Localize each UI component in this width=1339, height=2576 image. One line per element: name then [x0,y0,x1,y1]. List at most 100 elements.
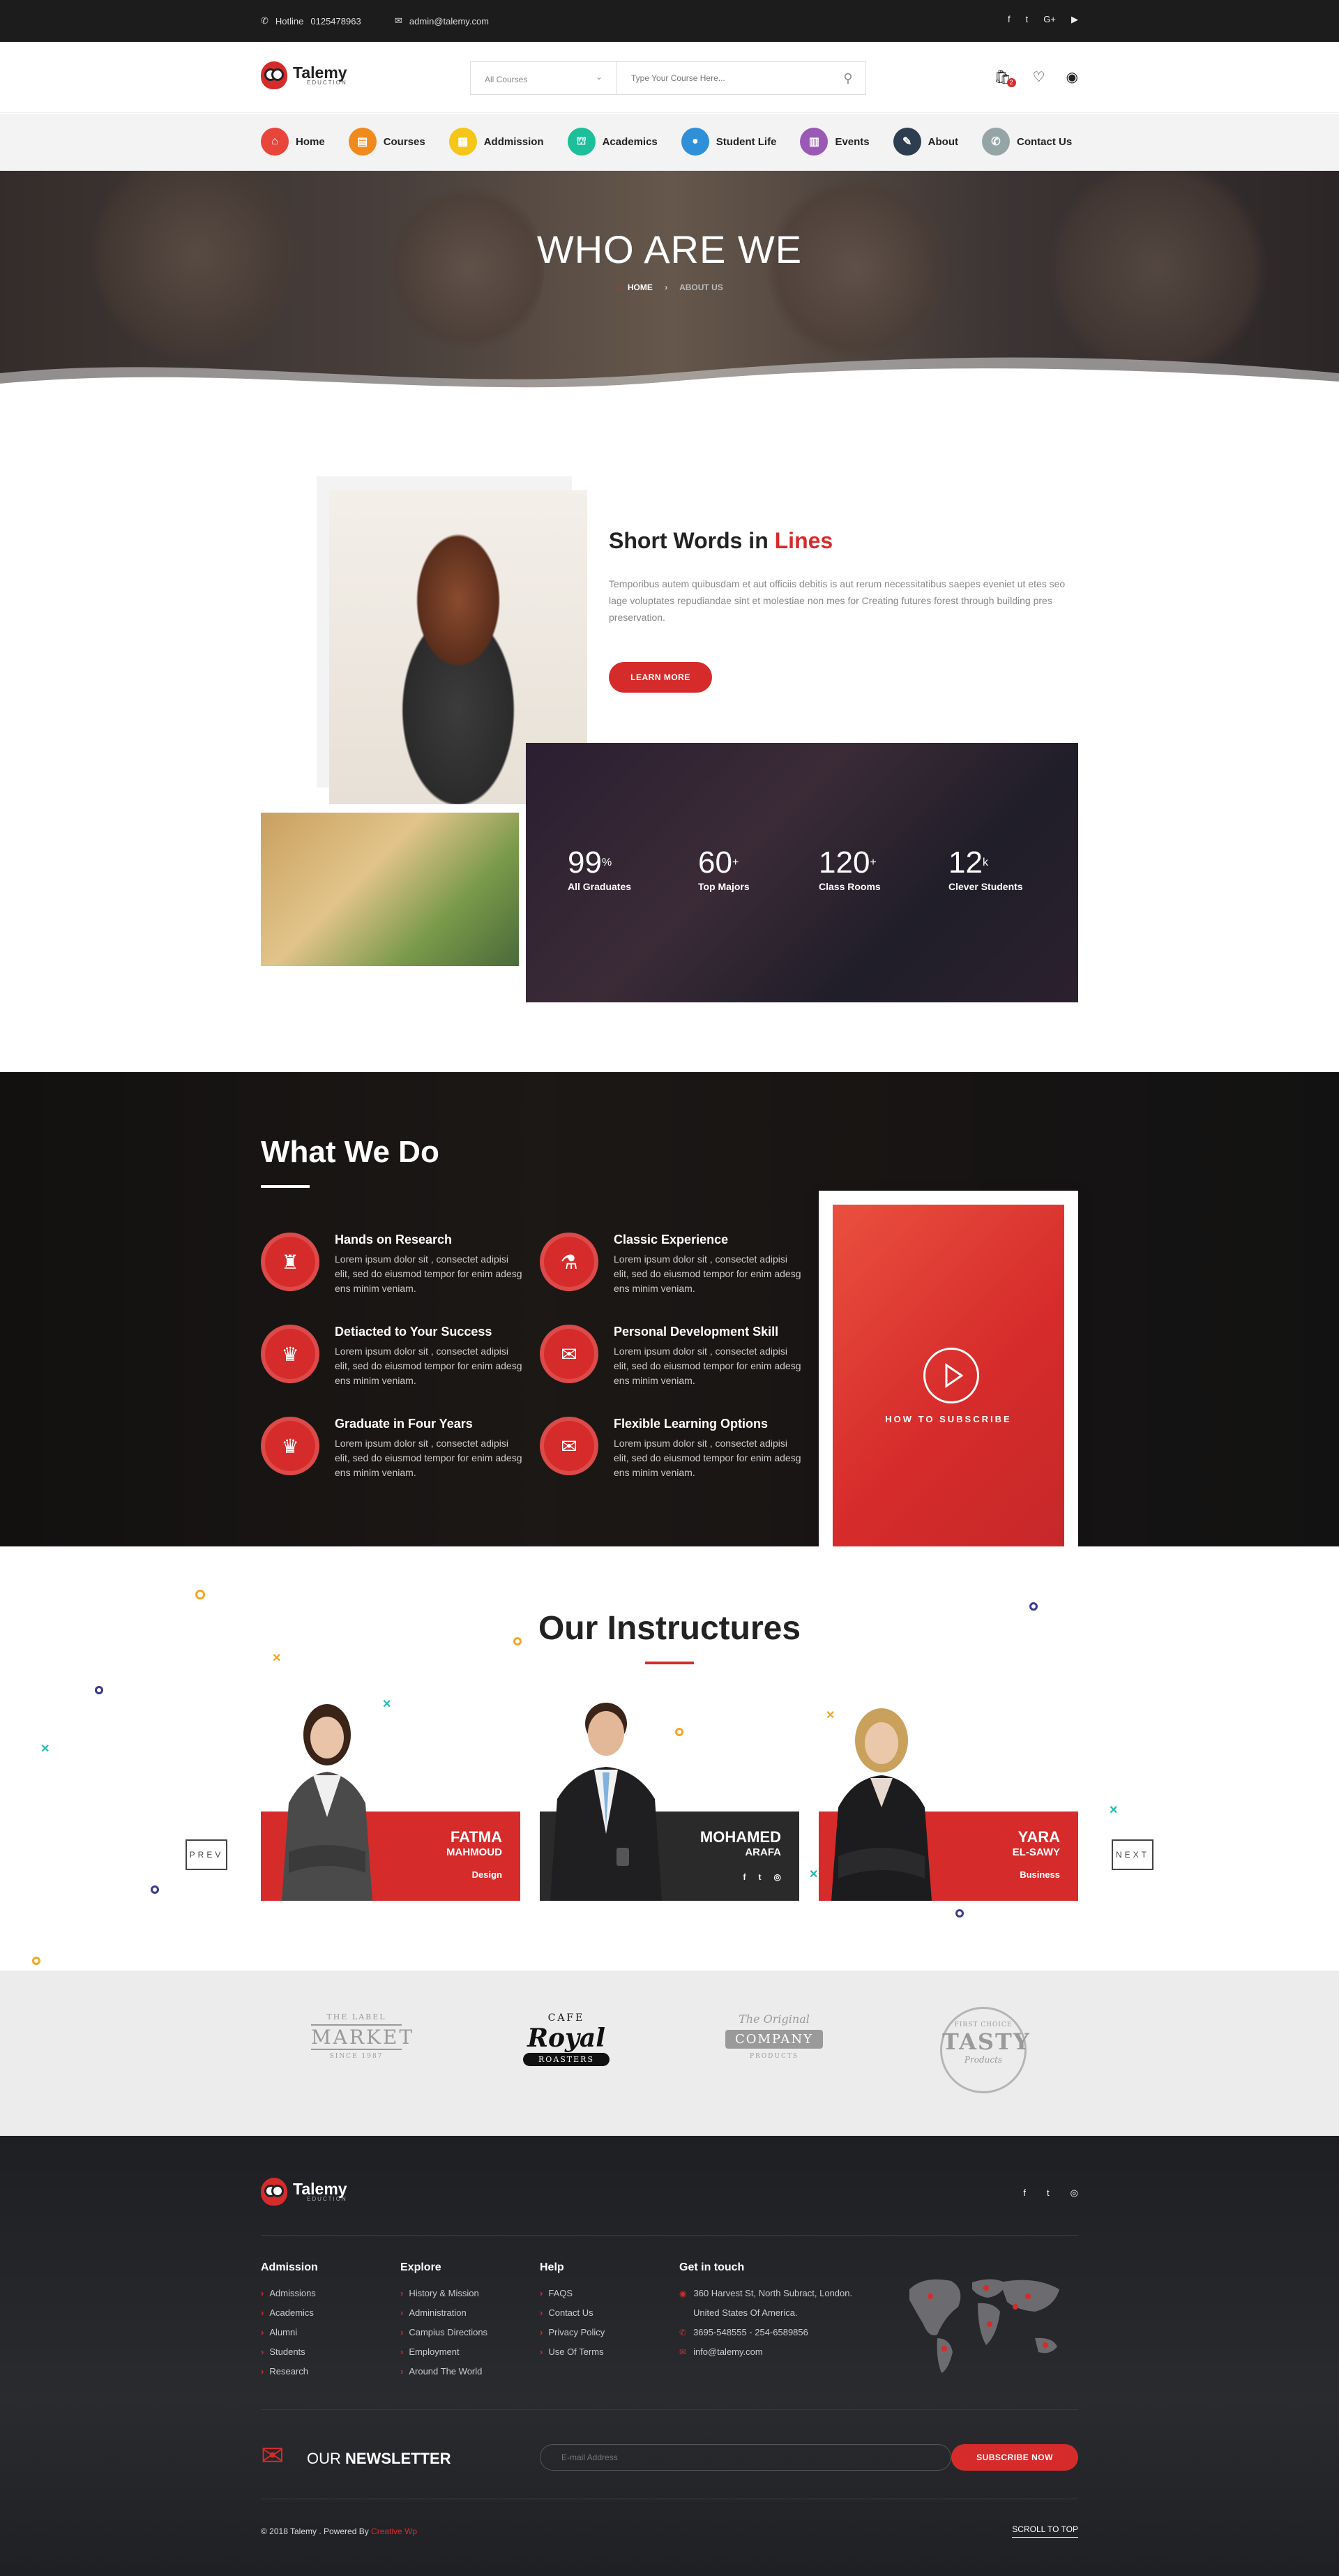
partner-logo-market[interactable]: THE LABEL MARKET SINCE 1987 [311,2012,412,2060]
partner-logo-tasty[interactable]: FIRST CHOICE TASTY Products [940,2007,1029,2093]
learn-more-button[interactable]: LEARN MORE [609,662,712,693]
email-text[interactable]: info@talemy.com [693,2347,763,2357]
facebook-icon[interactable]: f [743,1872,746,1882]
owl-logo-icon [261,2178,287,2206]
footer-link[interactable]: Contact Us [540,2307,605,2318]
instructor-card[interactable]: FATMA MAHMOUD Design [261,1704,520,1901]
video-thumbnail[interactable]: HOW TO SUBSCRIBE [833,1205,1064,1574]
scroll-to-top-button[interactable]: SCROLL TO TOP [1012,2522,1078,2538]
partner-logo-royal[interactable]: CAFE Royal ROASTERS [523,2012,610,2066]
logo[interactable]: Talemy EDUCTION [261,61,347,89]
twitter-icon[interactable]: t [1026,14,1029,25]
brand-name: Talemy [293,63,347,82]
footer-link[interactable]: Alumni [261,2327,318,2337]
user-icon[interactable]: ◉ [1066,68,1078,86]
nav-label: About [928,135,958,148]
powered-by-link[interactable]: Creative Wp [371,2526,417,2536]
nav-item-home[interactable]: ⌂ Home [261,128,325,156]
instagram-icon[interactable]: ◎ [1071,2187,1078,2199]
top-email[interactable]: ✉ admin@talemy.com [395,15,489,27]
nav-item-about[interactable]: ✎ About [893,128,958,156]
nav-item-addmission[interactable]: ▦ Addmission [448,128,544,156]
instructor-card[interactable]: MOHAMED ARAFA f t ◎ [540,1703,799,1901]
decor-circle [32,1957,40,1965]
video-card[interactable]: HOW TO SUBSCRIBE [819,1191,1078,1588]
stat-value: 120 [819,845,870,880]
hotline-number[interactable]: 0125478963 [310,16,361,27]
prev-button[interactable]: PREV [186,1839,227,1870]
instagram-icon[interactable]: ◎ [774,1872,781,1882]
instructor-photo [282,1704,372,1901]
partner-bottom: ROASTERS [523,2053,610,2066]
instructor-photo [831,1708,932,1901]
title-underline [261,1185,310,1188]
google-plus-icon[interactable]: G+ [1043,14,1056,25]
nav-label: Contact Us [1016,135,1073,148]
twitter-icon[interactable]: t [759,1872,762,1882]
course-category-select[interactable]: All Courses ⌄ [471,62,617,94]
nav-item-contact-us[interactable]: ✆ Contact Us [981,128,1073,156]
partners-strip: THE LABEL MARKET SINCE 1987 CAFE Royal R… [0,1971,1339,2136]
title-underline [645,1662,694,1664]
partner-logo-company[interactable]: The Original COMPANY PRODUCTS [725,2012,823,2060]
owl-logo-icon [261,61,287,89]
footer-link[interactable]: History & Mission [400,2288,487,2298]
top-social: f t G+ ▶ [1008,14,1078,25]
breadcrumb-home[interactable]: HOME [628,283,653,292]
trophy-icon: ♛ [261,1417,319,1475]
facebook-icon[interactable]: f [1008,14,1011,25]
home-icon: ⌂ [616,283,621,292]
first-name: MOHAMED [699,1828,781,1846]
email-text[interactable]: admin@talemy.com [409,16,489,27]
address-line2: United States Of America. [693,2307,798,2318]
nav-item-academics[interactable]: ⛫ Academics [567,128,658,156]
scroll-icon: ✉ [540,1325,598,1383]
cart-icon[interactable]: 🛍 2 [994,68,1016,87]
brand-tagline: EDUCTION [307,2195,347,2202]
footer: Talemy EDUCTION f t ◎ Admission Admissio… [0,2136,1339,2576]
phone-text[interactable]: 3695-548555 - 254-6589856 [693,2327,808,2337]
next-button[interactable]: NEXT [1112,1839,1153,1870]
footer-link[interactable]: Admissions [261,2288,318,2298]
subscribe-button[interactable]: SUBSCRIBE NOW [951,2444,1078,2471]
last-name: ARAFA [745,1846,781,1858]
twitter-icon[interactable]: t [1047,2187,1050,2199]
nav-item-courses[interactable]: ▤ Courses [348,128,425,156]
breadcrumb: ⌂ HOME › ABOUT US [0,283,1339,292]
nav-label: Academics [602,135,658,148]
stat-classrooms: 120+ Class Rooms [819,845,881,893]
facebook-icon[interactable]: f [1023,2187,1026,2199]
decor-circle [1029,1602,1038,1611]
footer-link[interactable]: Students [261,2347,318,2357]
nav-item-events[interactable]: ▥ Events [800,128,870,156]
column-title: Admission [261,2261,318,2273]
footer-link[interactable]: Privacy Policy [540,2327,605,2337]
youtube-icon[interactable]: ▶ [1071,14,1078,25]
footer-logo[interactable]: Talemy EDUCTION [261,2178,347,2206]
play-icon[interactable] [923,1348,979,1403]
footer-link[interactable]: Research [261,2366,318,2377]
decor-cross: ✕ [382,1698,392,1710]
footer-link[interactable]: Academics [261,2307,318,2318]
nav-label: Courses [383,135,425,148]
search-icon[interactable]: ⚲ [831,62,865,94]
heart-icon[interactable]: ♡ [1033,68,1045,86]
last-name: EL-SAWY [1012,1846,1060,1858]
graduation-cap-icon: ⛫ [567,128,596,156]
footer-link[interactable]: Employment [400,2347,487,2357]
footer-col-explore: Explore History & Mission Administration… [400,2261,487,2386]
newsletter-email-input[interactable] [540,2444,951,2471]
footer-col-contact: Get in touch ◉ 360 Harvest St, North Subr… [679,2261,852,2366]
compass-icon: ✎ [893,128,921,156]
stat-majors: 60+ Top Majors [698,848,750,893]
nav-item-student-life[interactable]: ● Student Life [681,128,776,156]
footer-link[interactable]: Administration [400,2307,487,2318]
feature-text: Lorem ipsum dolor sit , consectet adipis… [614,1346,801,1386]
flask-icon: ⚗ [540,1233,598,1291]
footer-link[interactable]: Campius Directions [400,2327,487,2337]
search-input[interactable] [617,62,831,94]
footer-link[interactable]: FAQS [540,2288,605,2298]
footer-link[interactable]: Use Of Terms [540,2347,605,2357]
instructor-card[interactable]: YARA EL-SAWY Business [819,1708,1078,1901]
footer-link[interactable]: Around The World [400,2366,487,2377]
